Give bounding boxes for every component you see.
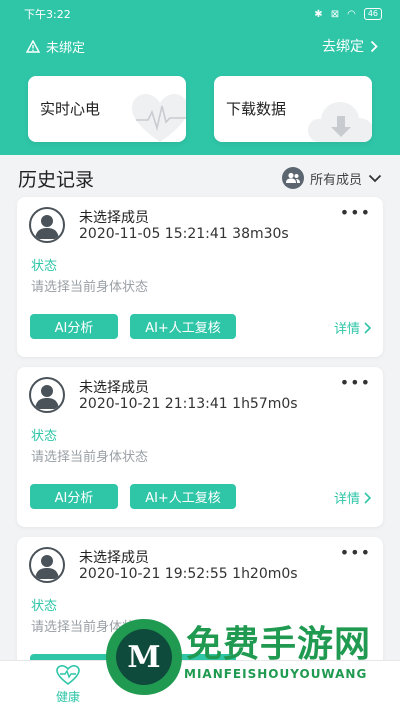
more-options-icon[interactable]: •••	[340, 375, 371, 391]
warning-icon	[26, 39, 40, 53]
avatar-icon	[29, 207, 65, 243]
chevron-right-icon	[364, 491, 371, 504]
record-duration: 1h57m0s	[232, 396, 298, 412]
records-list: 未选择成员 2020-11-05 15:21:41 38m30s ••• 状态 …	[17, 197, 383, 707]
state-label: 状态	[31, 599, 58, 614]
details-link[interactable]: 详情	[334, 488, 371, 507]
state-select-hint[interactable]: 请选择当前身体状态	[31, 616, 148, 635]
wifi-icon: ◠	[347, 8, 356, 20]
avatar-icon	[29, 377, 65, 413]
chevron-down-icon	[368, 174, 382, 182]
status-bar: 下午3:22 ✱ ⊠ ◠ 46	[0, 0, 400, 28]
bottom-tab-bar: 健康	[0, 660, 400, 711]
chevron-right-icon	[364, 321, 371, 334]
tab-health[interactable]: 健康	[50, 664, 86, 705]
binding-status-text: 未绑定	[46, 40, 86, 56]
member-filter-dropdown[interactable]: 所有成员	[281, 167, 382, 189]
sim-icon: ⊠	[330, 8, 340, 20]
status-time: 下午3:22	[24, 8, 71, 21]
history-header: 历史记录 所有成员	[18, 163, 382, 193]
heart-ecg-icon	[132, 94, 186, 142]
members-icon	[281, 167, 304, 189]
record-card[interactable]: 未选择成员 2020-10-21 21:13:41 1h57m0s ••• 状态…	[17, 367, 383, 527]
bind-device-button[interactable]: 去绑定	[322, 36, 378, 56]
cloud-download-icon	[308, 102, 372, 142]
binding-row: 未绑定 去绑定	[0, 28, 400, 64]
avatar-icon	[29, 547, 65, 583]
details-label: 详情	[333, 492, 360, 507]
more-options-icon[interactable]: •••	[340, 205, 371, 221]
record-duration: 1h20m0s	[232, 566, 298, 582]
member-filter-label: 所有成员	[309, 172, 362, 188]
state-select-hint[interactable]: 请选择当前身体状态	[31, 446, 148, 465]
battery-icon: 46	[363, 8, 382, 20]
details-link[interactable]: 详情	[334, 318, 371, 337]
binding-status: 未绑定	[26, 37, 85, 56]
bind-device-label: 去绑定	[322, 39, 364, 55]
record-card[interactable]: 未选择成员 2020-11-05 15:21:41 38m30s ••• 状态 …	[17, 197, 383, 357]
record-duration: 38m30s	[232, 226, 289, 242]
record-date: 2020-10-21 21:13:41	[79, 396, 228, 412]
details-label: 详情	[333, 322, 360, 337]
more-options-icon[interactable]: •••	[340, 545, 371, 561]
status-icons: ✱ ⊠ ◠ 46	[314, 8, 382, 20]
chevron-right-icon	[370, 40, 378, 52]
state-select-hint[interactable]: 请选择当前身体状态	[31, 276, 148, 295]
ai-manual-review-button[interactable]: AI+人工复核	[130, 484, 236, 509]
record-meta: 2020-11-05 15:21:41 38m30s	[79, 226, 289, 242]
record-date: 2020-11-05 15:21:41	[79, 226, 228, 242]
heart-pulse-icon	[56, 664, 80, 686]
history-title: 历史记录	[18, 168, 95, 191]
member-name: 未选择成员	[79, 210, 149, 226]
bluetooth-icon: ✱	[314, 8, 323, 20]
ai-manual-review-button[interactable]: AI+人工复核	[130, 314, 236, 339]
record-meta: 2020-10-21 19:52:55 1h20m0s	[79, 566, 298, 582]
realtime-ecg-card[interactable]: 实时心电	[28, 76, 186, 142]
app-header: 下午3:22 ✱ ⊠ ◠ 46 未绑定 去绑定 实时心电 下载数据	[0, 0, 400, 155]
ai-analysis-button[interactable]: AI分析	[30, 314, 118, 339]
state-label: 状态	[31, 429, 58, 444]
record-meta: 2020-10-21 21:13:41 1h57m0s	[79, 396, 298, 412]
download-data-card[interactable]: 下载数据	[214, 76, 372, 142]
download-data-label: 下载数据	[226, 100, 287, 118]
record-date: 2020-10-21 19:52:55	[79, 566, 228, 582]
realtime-ecg-label: 实时心电	[40, 100, 101, 118]
tab-health-label: 健康	[55, 690, 80, 704]
action-cards: 实时心电 下载数据	[28, 76, 372, 142]
member-name: 未选择成员	[79, 550, 149, 566]
ai-analysis-button[interactable]: AI分析	[30, 484, 118, 509]
state-label: 状态	[31, 259, 58, 274]
member-name: 未选择成员	[79, 380, 149, 396]
